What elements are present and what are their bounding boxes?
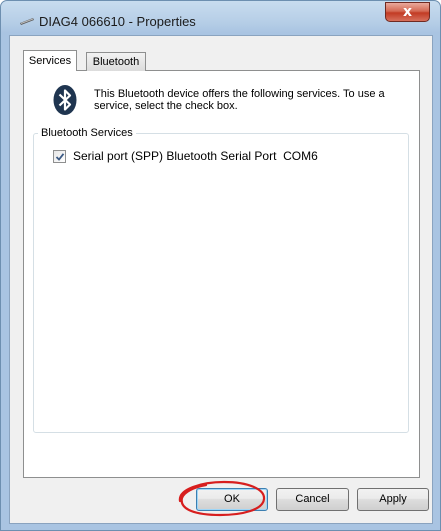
service-description: This Bluetooth device offers the followi… (94, 88, 404, 112)
bluetooth-services-group (33, 133, 409, 433)
group-label: Bluetooth Services (38, 127, 136, 139)
bluetooth-device-icon (20, 18, 34, 25)
service-checkbox[interactable] (53, 150, 66, 163)
window-title: DIAG4 066610 - Properties (39, 14, 196, 29)
bluetooth-icon (53, 85, 77, 115)
title-bar[interactable]: DIAG4 066610 - Properties x (1, 1, 440, 35)
ok-button[interactable]: OK (196, 488, 268, 511)
apply-button[interactable]: Apply (357, 488, 429, 511)
close-button[interactable]: x (385, 2, 430, 22)
description-line-2: service, select the check box. (94, 100, 238, 112)
tab-bluetooth[interactable]: Bluetooth (86, 52, 146, 71)
cancel-button[interactable]: Cancel (276, 488, 349, 511)
tab-services[interactable]: Services (23, 50, 77, 71)
service-label[interactable]: Serial port (SPP) Bluetooth Serial Port … (73, 149, 318, 163)
checkmark-icon (55, 153, 65, 161)
description-line-1: This Bluetooth device offers the followi… (94, 88, 385, 100)
close-icon: x (402, 4, 413, 20)
